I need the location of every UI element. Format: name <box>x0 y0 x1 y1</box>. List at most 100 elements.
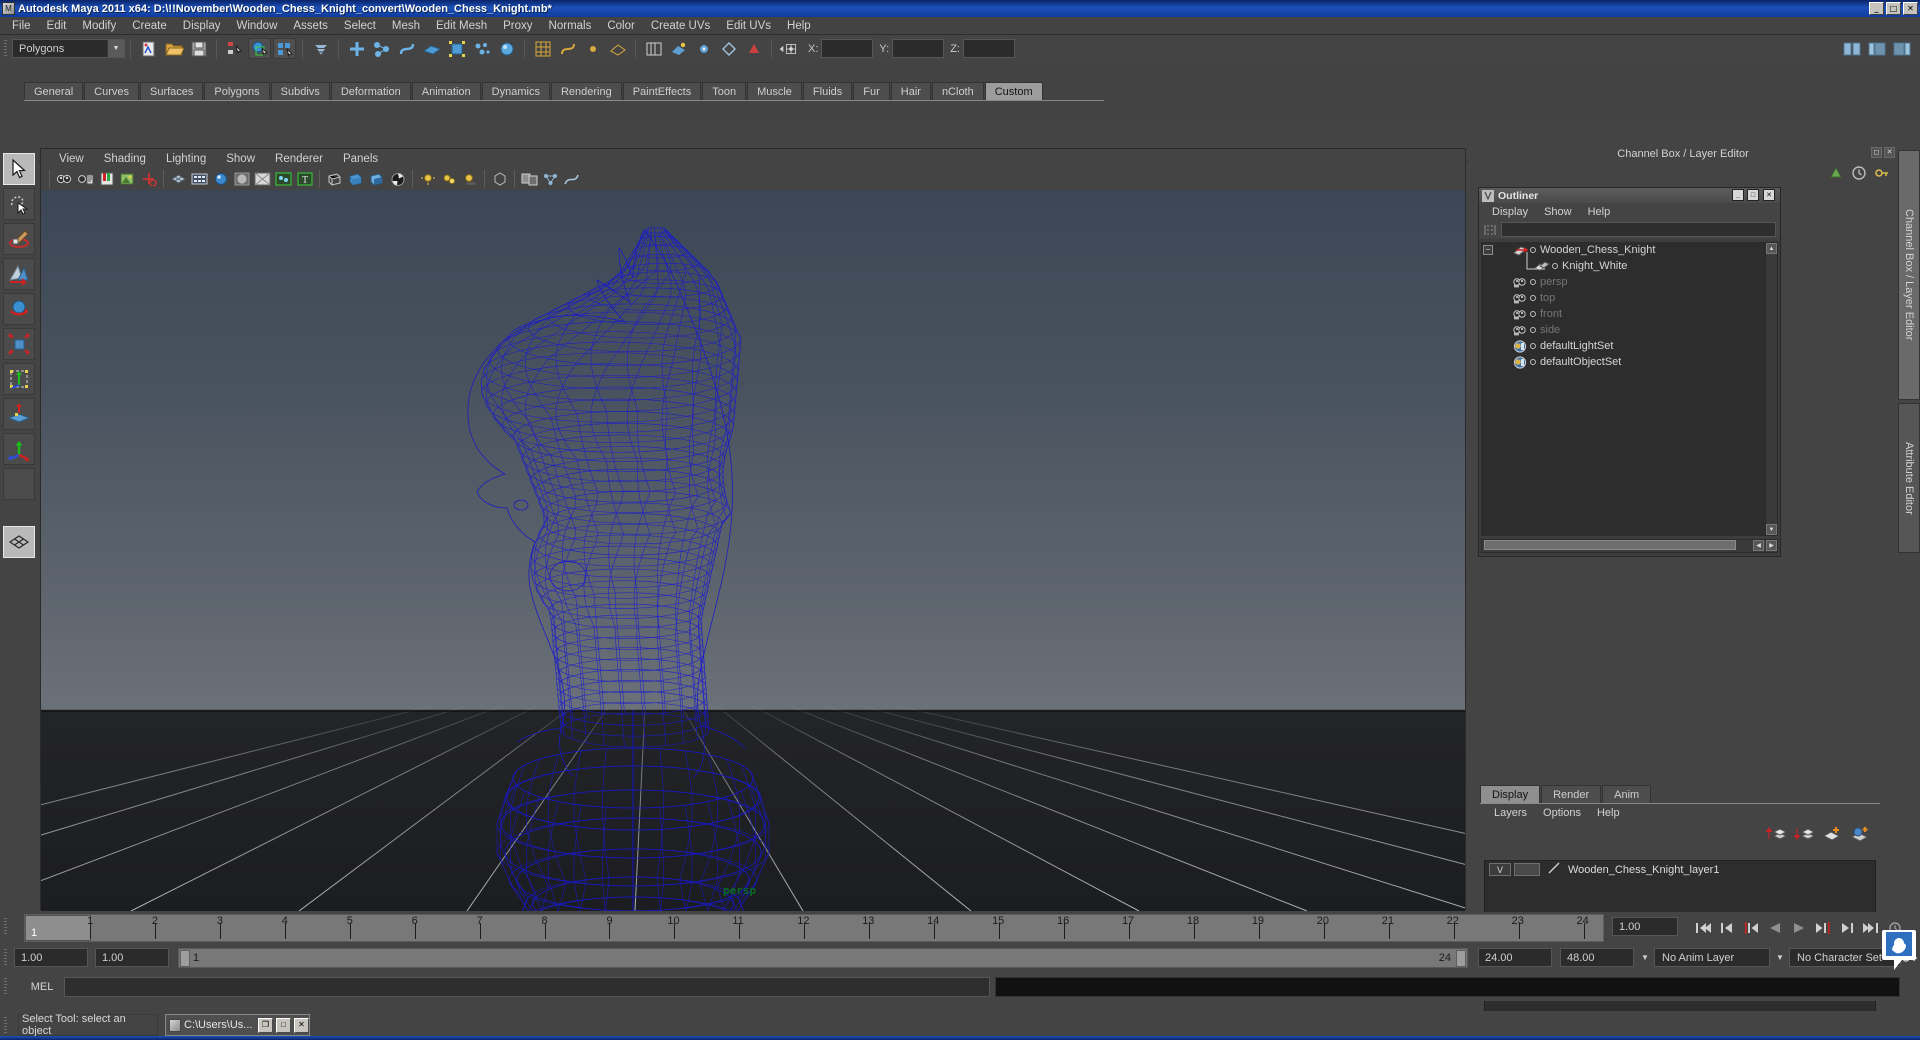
move-layer-down-icon[interactable] <box>1794 825 1814 842</box>
paint-select-tool[interactable] <box>3 223 35 255</box>
outliner-menu-item-show[interactable]: Show <box>1536 206 1580 218</box>
ipr-render-icon[interactable] <box>692 38 715 59</box>
rendering-mask-icon[interactable] <box>495 38 518 59</box>
main-menu-item-assets[interactable]: Assets <box>285 19 336 33</box>
rotate-tool[interactable] <box>3 293 35 325</box>
clock-icon[interactable] <box>1851 165 1867 181</box>
textured-toggle-icon[interactable]: T <box>295 170 314 188</box>
resolution-gate-icon[interactable] <box>211 170 230 188</box>
main-menu-item-file[interactable]: File <box>4 19 39 33</box>
shelf-tab-curves[interactable]: Curves <box>84 82 139 101</box>
outliner-item-defaultlightset[interactable]: defaultLightSet <box>1481 338 1778 354</box>
chevron-down-icon[interactable]: ▼ <box>107 40 124 57</box>
render-settings-icon[interactable] <box>717 38 740 59</box>
start-time-field[interactable]: 1.00 <box>14 948 88 967</box>
anim-layer-selector[interactable]: No Anim Layer <box>1654 948 1770 967</box>
layer-editor-tab-render[interactable]: Render <box>1541 785 1602 803</box>
tab-channel-box-layer-editor[interactable]: Channel Box / Layer Editor <box>1898 150 1920 400</box>
dock-close-button[interactable]: ✕ <box>1884 147 1895 158</box>
smooth-shade-all-icon[interactable] <box>346 170 365 188</box>
move-tool[interactable] <box>3 258 35 290</box>
shelf-tab-animation[interactable]: Animation <box>411 82 481 101</box>
layer-display-type-toggle[interactable] <box>1514 863 1540 876</box>
maximize-button[interactable]: □ <box>276 1017 291 1033</box>
universal-manipulator-tool[interactable] <box>3 363 35 395</box>
outliner-close-button[interactable]: ✕ <box>1763 189 1775 201</box>
channel-box-toggle-icon[interactable] <box>1865 38 1888 59</box>
scroll-down-icon[interactable]: ▼ <box>1766 524 1777 535</box>
step-back-frame-icon[interactable] <box>1740 917 1762 938</box>
go-to-start-icon[interactable] <box>1692 917 1714 938</box>
playback-start-field[interactable]: 1.00 <box>95 948 169 967</box>
anim-layer-chevron-icon[interactable]: ▼ <box>1637 948 1653 967</box>
time-slider-grip[interactable] <box>2 916 10 938</box>
outliner-vertical-scrollbar[interactable]: ▲ ▼ <box>1765 242 1778 536</box>
close-button[interactable]: ✕ <box>294 1017 309 1033</box>
main-menu-item-mesh[interactable]: Mesh <box>384 19 428 33</box>
minimized-script-editor-window[interactable]: C:\Users\Us... ❐ □ ✕ <box>165 1014 310 1036</box>
shelf-tab-surfaces[interactable]: Surfaces <box>139 82 204 101</box>
outliner-item-knight_white[interactable]: Knight_White <box>1481 258 1778 274</box>
shelf-tab-painteffects[interactable]: PaintEffects <box>622 82 702 101</box>
xray-joints-icon[interactable] <box>274 170 293 188</box>
main-menu-item-modify[interactable]: Modify <box>74 19 124 33</box>
main-menu-item-create[interactable]: Create <box>124 19 175 33</box>
dynamics-mask-icon[interactable] <box>470 38 493 59</box>
outliner-item-top[interactable]: top <box>1481 290 1778 306</box>
viewport-menu-item-shading[interactable]: Shading <box>94 153 156 165</box>
step-forward-frame-icon[interactable] <box>1812 917 1834 938</box>
curves-mask-icon[interactable] <box>395 38 418 59</box>
dock-float-button[interactable]: ◻ <box>1871 147 1882 158</box>
main-menu-item-create-uvs[interactable]: Create UVs <box>643 19 718 33</box>
select-by-hierarchy-icon[interactable] <box>223 38 246 59</box>
status-bar-grip[interactable] <box>2 1015 10 1037</box>
handles-mask-icon[interactable] <box>345 38 368 59</box>
snap-grid-icon[interactable] <box>531 38 554 59</box>
bookmark-icon[interactable] <box>97 170 116 188</box>
snap-view-plane-icon[interactable] <box>606 38 629 59</box>
outliner-item-side[interactable]: side <box>1481 322 1778 338</box>
y-coord-field[interactable] <box>892 39 945 58</box>
show-hide-editors-icon[interactable] <box>1840 38 1863 59</box>
surfaces-mask-icon[interactable] <box>420 38 443 59</box>
shelf-tab-fur[interactable]: Fur <box>853 82 890 101</box>
xray-icon[interactable] <box>253 170 272 188</box>
viewport-menu-item-show[interactable]: Show <box>216 153 265 165</box>
select-mask-icon[interactable] <box>309 38 332 59</box>
main-menu-item-select[interactable]: Select <box>336 19 384 33</box>
shelf-tab-polygons[interactable]: Polygons <box>204 82 270 101</box>
shelf-tab-general[interactable]: General <box>24 82 84 101</box>
shelf-tab-hair[interactable]: Hair <box>890 82 931 101</box>
coord-transform-icon[interactable] <box>778 38 801 59</box>
playback-end-field[interactable]: 24.00 <box>1478 948 1552 967</box>
select-by-component-type-icon[interactable] <box>273 38 296 59</box>
outliner-filter-icon[interactable] <box>1483 223 1497 237</box>
tab-attribute-editor[interactable]: Attribute Editor <box>1898 403 1920 553</box>
outliner-search-input[interactable] <box>1501 222 1776 237</box>
construction-history-icon[interactable] <box>642 38 665 59</box>
main-menu-item-help[interactable]: Help <box>779 19 819 33</box>
new-layer-from-selected-icon[interactable] <box>1850 825 1870 842</box>
render-current-frame-icon[interactable] <box>667 38 690 59</box>
range-end-handle[interactable] <box>1456 950 1466 967</box>
range-slider-grip[interactable] <box>2 947 10 969</box>
single-perspective-view-layout[interactable] <box>3 526 35 558</box>
x-coord-field[interactable] <box>821 39 874 58</box>
outliner-item-persp[interactable]: persp <box>1481 274 1778 290</box>
new-scene-icon[interactable] <box>137 38 160 59</box>
help-bubble-icon[interactable] <box>1882 930 1916 972</box>
move-layer-up-icon[interactable] <box>1766 825 1786 842</box>
main-menu-item-window[interactable]: Window <box>228 19 285 33</box>
layer-editor-menu-item-options[interactable]: Options <box>1535 807 1589 819</box>
time-slider-track[interactable]: 1 1 2 3 4 5 6 7 8 9 10 11 12 13 14 15 16 17 18 19 20 21 22 23 2… <box>24 914 1604 942</box>
shaded-textured-icon[interactable] <box>388 170 407 188</box>
film-gate-icon[interactable] <box>190 170 209 188</box>
shelf-tab-ncloth[interactable]: nCloth <box>931 82 984 101</box>
camera-attributes-icon[interactable] <box>76 170 95 188</box>
outliner-item-defaultobjectset[interactable]: defaultObjectSet <box>1481 354 1778 370</box>
range-bar[interactable]: 1 24 <box>178 948 1468 968</box>
layer-editor-tab-display[interactable]: Display <box>1480 785 1541 803</box>
save-scene-icon[interactable] <box>187 38 210 59</box>
outliner-menu-item-help[interactable]: Help <box>1580 206 1619 218</box>
smooth-shade-selected-icon[interactable] <box>367 170 386 188</box>
